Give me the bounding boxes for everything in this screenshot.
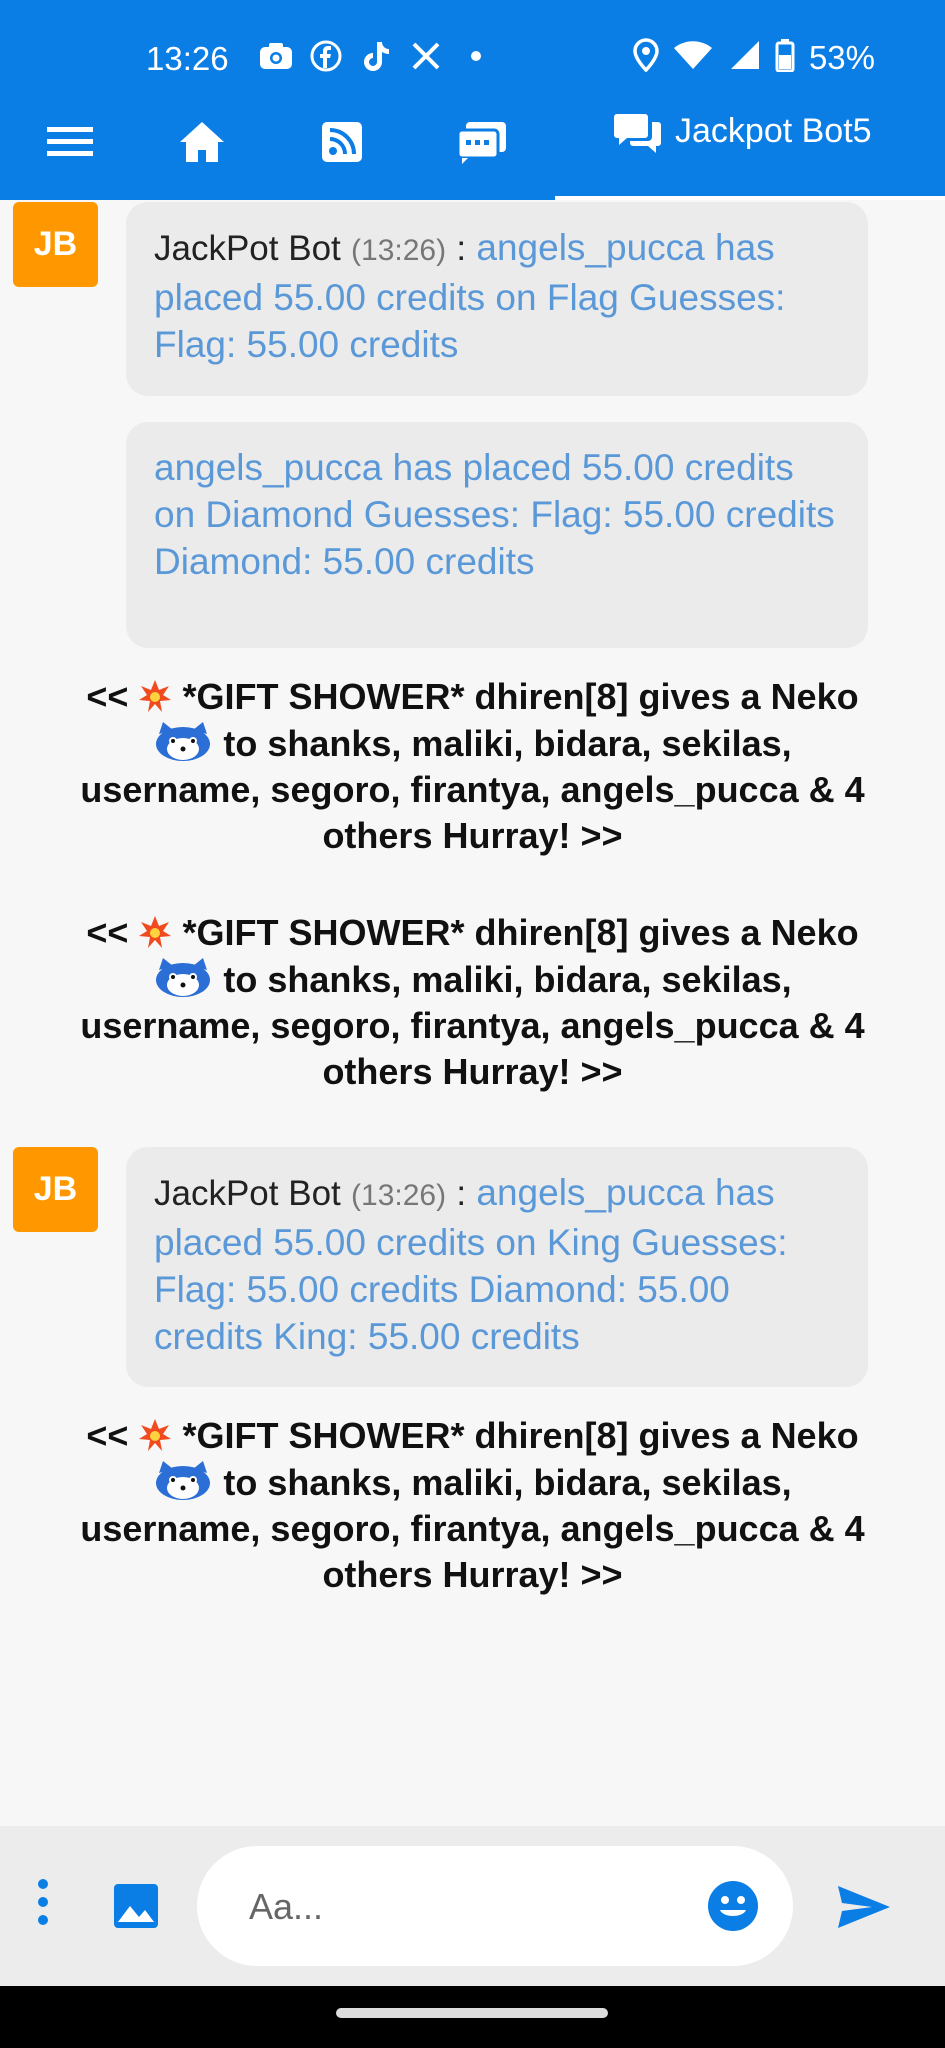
gift-announcement: << *GIFT SHOWER* dhiren[8] gives a Neko … (60, 674, 885, 859)
gift-prefix: << (86, 1415, 129, 1456)
wifi-icon (673, 39, 713, 76)
signal-icon (727, 39, 761, 76)
menu-icon[interactable] (38, 112, 102, 172)
sender-name[interactable]: JackPot Bot (154, 229, 341, 268)
separator: : (456, 1174, 467, 1213)
collision-emoji-icon (139, 916, 172, 948)
emoji-picker-icon[interactable] (707, 1880, 759, 1937)
battery-percentage: 53% (808, 38, 875, 76)
separator: : (456, 229, 467, 268)
image-picker-icon[interactable] (112, 1882, 160, 1935)
camera-icon (258, 38, 294, 74)
message-list[interactable]: JB JackPot Bot (13:26) : angels_pucca ha… (0, 200, 945, 1826)
feed-icon[interactable] (310, 112, 374, 172)
message-input[interactable] (247, 1876, 681, 1938)
location-icon (633, 38, 659, 77)
gift-text: *GIFT SHOWER* dhiren[8] gives a Neko (182, 912, 859, 953)
chat-bubbles-icon (613, 110, 663, 161)
neko-emoji-icon (156, 958, 211, 997)
collision-emoji-icon (139, 680, 172, 712)
status-time: 13:26 (146, 40, 229, 77)
gift-announcement: << *GIFT SHOWER* dhiren[8] gives a Neko … (60, 910, 885, 1095)
gift-text: *GIFT SHOWER* dhiren[8] gives a Neko (182, 676, 859, 717)
gift-prefix: << (86, 912, 129, 953)
room-title: Jackpot Bot5 (675, 112, 872, 150)
message-text: angels_pucca has placed 55.00 credits on… (154, 447, 835, 582)
message-time: (13:26) (351, 1179, 447, 1212)
battery-icon (775, 38, 795, 77)
neko-emoji-icon (156, 722, 211, 761)
more-options-icon[interactable] (36, 1878, 50, 1931)
gift-text: *GIFT SHOWER* dhiren[8] gives a Neko (182, 1415, 859, 1456)
gift-prefix: << (86, 676, 129, 717)
message-time: (13:26) (351, 234, 447, 267)
facebook-icon (308, 38, 344, 74)
home-gesture-handle[interactable] (336, 2008, 608, 2018)
send-icon[interactable] (836, 1884, 892, 1935)
chat-rooms-icon[interactable] (450, 112, 514, 172)
collision-emoji-icon (139, 1419, 172, 1451)
message-bubble: JackPot Bot (13:26) : angels_pucca has p… (126, 1147, 868, 1387)
avatar[interactable]: JB (13, 202, 98, 287)
more-notifications-dot-icon (458, 38, 494, 74)
notification-icons (258, 38, 494, 74)
x-icon (408, 38, 444, 74)
system-navigation-bar (0, 1986, 945, 2048)
message-input-pill (197, 1846, 793, 1966)
system-status: 53% (633, 38, 875, 77)
neko-emoji-icon (156, 1461, 211, 1500)
app-bar: 13:26 53% Jackpot Bot5 (0, 0, 945, 200)
avatar[interactable]: JB (13, 1147, 98, 1232)
gift-announcement: << *GIFT SHOWER* dhiren[8] gives a Neko … (60, 1413, 885, 1598)
home-icon[interactable] (170, 112, 234, 172)
sender-name[interactable]: JackPot Bot (154, 1174, 341, 1213)
message-bubble: JackPot Bot (13:26) : angels_pucca has p… (126, 202, 868, 396)
message-bubble: angels_pucca has placed 55.00 credits on… (126, 422, 868, 648)
tiktok-icon (358, 38, 394, 74)
message-composer (0, 1826, 945, 1986)
